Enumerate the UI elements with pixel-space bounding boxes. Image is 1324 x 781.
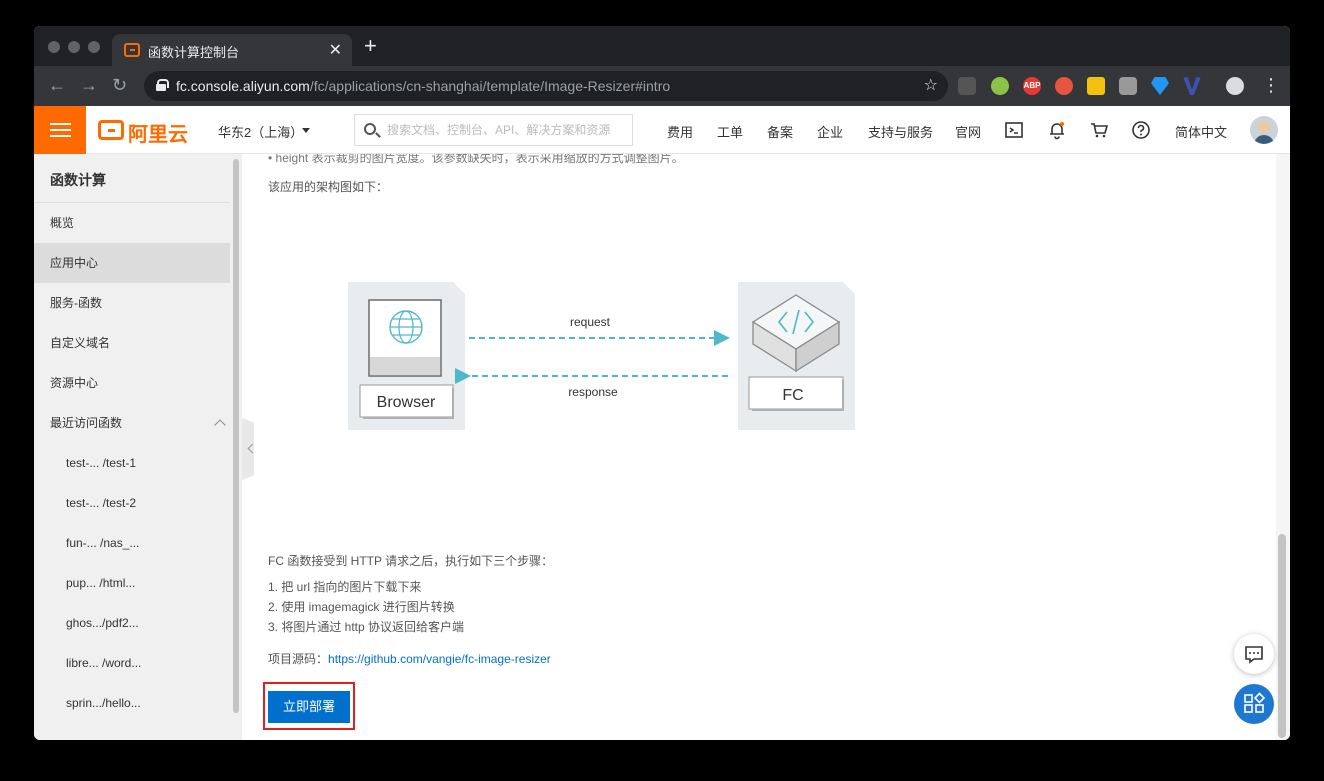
browser-tab[interactable]: 函数计算控制台 ✕ <box>112 34 352 66</box>
bell-icon[interactable] <box>1047 120 1067 140</box>
language-selector[interactable]: 简体中文 <box>1175 122 1227 141</box>
sidebar-scrollbar-thumb[interactable] <box>233 159 239 713</box>
window-minimize-dot[interactable] <box>68 41 80 53</box>
nav-fees[interactable]: 费用 <box>667 122 693 141</box>
recent-function-item[interactable]: test-... /test-1 <box>34 443 230 483</box>
caret-down-icon[interactable] <box>302 128 310 133</box>
aliyun-favicon-icon <box>124 43 140 57</box>
extension-gem-icon[interactable] <box>1151 77 1169 95</box>
browser-menu-icon[interactable]: ⋮ <box>1262 75 1280 96</box>
cart-icon[interactable] <box>1089 120 1109 140</box>
step-item: 3. 将图片通过 http 协议返回给客户端 <box>268 620 465 634</box>
source-row: 项目源码：https://github.com/vangie/fc-image-… <box>268 650 551 667</box>
recent-function-item[interactable]: ghos.../pdf2... <box>34 603 230 643</box>
url-path: /fc/applications/cn-shanghai/template/Im… <box>309 78 671 94</box>
global-search[interactable] <box>354 114 633 146</box>
main-content: • height 表示裁剪的图片宽度。该参数缺失时，表示采用缩放的方式调整图片。… <box>254 154 1276 740</box>
window-close-dot[interactable] <box>48 41 60 53</box>
sidebar-item-service-functions[interactable]: 服务-函数 <box>34 283 230 323</box>
menu-toggle-button[interactable] <box>34 106 86 154</box>
forward-icon[interactable]: → <box>80 75 98 96</box>
profile-avatar-icon[interactable] <box>1226 77 1244 95</box>
recent-function-item[interactable]: fun-... /nas_... <box>34 523 230 563</box>
apps-grid-icon <box>1244 692 1266 713</box>
extension-abp-icon[interactable]: ABP <box>1023 77 1041 95</box>
new-tab-button[interactable]: + <box>364 35 377 57</box>
browser-label: Browser <box>377 394 436 411</box>
lock-icon <box>156 79 169 91</box>
architecture-intro: 该应用的架构图如下： <box>268 180 389 194</box>
response-label: response <box>568 385 618 399</box>
bookmark-star-icon[interactable]: ☆ <box>924 75 938 95</box>
tab-close-icon[interactable]: ✕ <box>329 40 342 60</box>
chat-icon <box>1245 646 1263 664</box>
source-label: 项目源码： <box>268 652 329 666</box>
url-text: fc.console.aliyun.com/fc/applications/cn… <box>176 78 670 94</box>
step-item: 2. 使用 imagemagick 进行图片转换 <box>268 600 455 614</box>
sidebar-item-resource-center[interactable]: 资源中心 <box>34 363 230 403</box>
recent-function-item[interactable]: test-... /test-2 <box>34 483 230 523</box>
sidebar-item-app-center[interactable]: 应用中心 <box>34 243 230 283</box>
apps-button[interactable] <box>1234 684 1274 724</box>
request-label: request <box>570 315 611 329</box>
tab-strip: 函数计算控制台 ✕ + <box>34 26 1290 66</box>
fc-label: FC <box>782 387 803 404</box>
region-selector[interactable]: 华东2（上海） <box>218 122 303 141</box>
browser-window: 函数计算控制台 ✕ + ← → ↻ fc.console.aliyun.com/… <box>34 26 1290 740</box>
sidebar-item-recent-functions[interactable]: 最近访问函数 <box>34 403 230 443</box>
nav-official-site[interactable]: 官网 <box>955 122 981 141</box>
back-icon[interactable]: ← <box>48 75 66 96</box>
recent-function-item[interactable]: pup... /html... <box>34 563 230 603</box>
recent-function-item[interactable]: libre... /word... <box>34 643 230 683</box>
console-header: 阿里云 华东2（上海） 费用 工单 备案 企业 支持与服务 官网 简体中文 <box>34 106 1290 154</box>
help-icon[interactable] <box>1131 120 1151 140</box>
content-scrollbar-thumb[interactable] <box>1278 534 1286 738</box>
url-host: fc.console.aliyun.com <box>176 78 310 94</box>
aliyun-logo-icon <box>98 120 124 140</box>
sidebar-title: 函数计算 <box>50 172 106 188</box>
extension-note-icon[interactable] <box>1087 77 1105 95</box>
nav-tickets[interactable]: 工单 <box>717 122 743 141</box>
sidebar-item-custom-domains[interactable]: 自定义域名 <box>34 323 230 363</box>
steps-intro: FC 函数接受到 HTTP 请求之后，执行如下三个步骤： <box>268 554 554 568</box>
nav-icp-filing[interactable]: 备案 <box>767 122 793 141</box>
extension-camera-icon[interactable] <box>1119 77 1137 95</box>
browser-toolbar: ← → ↻ fc.console.aliyun.com/fc/applicati… <box>34 66 1290 106</box>
nav-enterprise[interactable]: 企业 <box>817 122 843 141</box>
chat-button[interactable] <box>1234 634 1274 674</box>
recent-function-item[interactable]: sprin.../hello... <box>34 683 230 723</box>
terminal-icon[interactable] <box>1004 120 1024 140</box>
reload-icon[interactable]: ↻ <box>112 75 127 96</box>
step-item: 1. 把 url 指向的图片下载下来 <box>268 580 422 594</box>
nav-support[interactable]: 支持与服务 <box>868 122 933 141</box>
extension-circle-icon[interactable] <box>991 77 1009 95</box>
sidebar-item-overview[interactable]: 概览 <box>34 203 230 243</box>
deploy-now-button[interactable]: 立即部署 <box>268 691 350 723</box>
search-icon <box>364 123 376 135</box>
window-maximize-dot[interactable] <box>88 41 100 53</box>
user-avatar[interactable] <box>1250 116 1278 144</box>
architecture-diagram: Browser request response FC <box>348 282 855 430</box>
extension-code-icon[interactable] <box>1055 77 1073 95</box>
extension-v-icon[interactable] <box>1183 77 1201 95</box>
search-input[interactable] <box>387 115 627 145</box>
tab-title: 函数计算控制台 <box>148 45 240 60</box>
cut-off-text: • height 表示裁剪的图片宽度。该参数缺失时，表示采用缩放的方式调整图片。 <box>268 154 684 165</box>
source-link[interactable]: https://github.com/vangie/fc-image-resiz… <box>328 652 551 666</box>
logo-text: 阿里云 <box>128 124 188 146</box>
extension-owl-icon[interactable] <box>958 77 976 95</box>
sidebar: 函数计算 概览 应用中心 服务-函数 自定义域名 资源中心 最近访问函数 tes… <box>34 154 230 740</box>
address-bar[interactable]: fc.console.aliyun.com/fc/applications/cn… <box>144 71 948 101</box>
